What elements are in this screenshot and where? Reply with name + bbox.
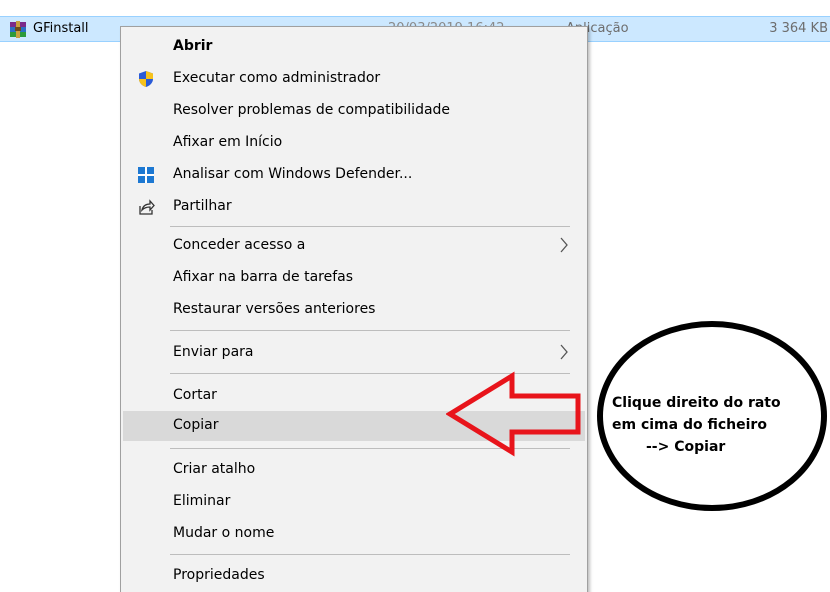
menu-item-label: Executar como administrador bbox=[173, 70, 381, 86]
chevron-right-icon bbox=[560, 344, 568, 360]
menu-item-open[interactable]: Abrir bbox=[123, 32, 585, 62]
annotation-line-2: em cima do ficheiro bbox=[612, 417, 767, 433]
file-name: GFinstall bbox=[33, 21, 89, 36]
menu-item-label: Copiar bbox=[173, 417, 219, 433]
menu-item-pin-to-taskbar[interactable]: Afixar na barra de tarefas bbox=[123, 263, 585, 293]
file-size: 3 364 KB bbox=[769, 21, 828, 36]
menu-item-pin-to-start[interactable]: Afixar em Início bbox=[123, 128, 585, 158]
annotation-arrow-icon bbox=[446, 371, 581, 457]
menu-item-troubleshoot-compatibility[interactable]: Resolver problemas de compatibilidade bbox=[123, 96, 585, 126]
menu-item-label: Cortar bbox=[173, 387, 217, 403]
menu-item-label: Afixar na barra de tarefas bbox=[173, 269, 354, 285]
menu-separator bbox=[170, 226, 570, 227]
annotation-text: Clique direito do rato em cima do fichei… bbox=[612, 392, 822, 458]
menu-item-label: Analisar com Windows Defender... bbox=[173, 166, 413, 182]
menu-item-give-access[interactable]: Conceder acesso a bbox=[123, 231, 585, 261]
menu-item-label: Resolver problemas de compatibilidade bbox=[173, 102, 451, 118]
menu-item-share[interactable]: Partilhar bbox=[123, 192, 585, 222]
menu-item-restore-versions[interactable]: Restaurar versões anteriores bbox=[123, 295, 585, 325]
menu-separator bbox=[170, 330, 570, 331]
menu-item-label: Partilhar bbox=[173, 198, 232, 214]
menu-item-rename[interactable]: Mudar o nome bbox=[123, 519, 585, 549]
menu-item-label: Abrir bbox=[173, 38, 213, 54]
chevron-right-icon bbox=[560, 237, 568, 253]
menu-item-create-shortcut[interactable]: Criar atalho bbox=[123, 455, 585, 485]
context-menu: Abrir Executar como administrador Resolv… bbox=[120, 26, 588, 592]
shield-icon bbox=[139, 71, 153, 87]
menu-item-scan-defender[interactable]: Analisar com Windows Defender... bbox=[123, 160, 585, 190]
menu-separator bbox=[170, 554, 570, 555]
menu-item-delete[interactable]: Eliminar bbox=[123, 487, 585, 517]
menu-item-label: Mudar o nome bbox=[173, 525, 275, 541]
menu-item-label: Conceder acesso a bbox=[173, 237, 306, 253]
windows-defender-icon bbox=[138, 167, 154, 183]
share-icon bbox=[139, 199, 155, 215]
menu-item-label: Afixar em Início bbox=[173, 134, 283, 150]
menu-item-send-to[interactable]: Enviar para bbox=[123, 338, 585, 368]
menu-item-label: Eliminar bbox=[173, 493, 231, 509]
menu-item-run-as-admin[interactable]: Executar como administrador bbox=[123, 64, 585, 94]
winrar-archive-icon bbox=[10, 21, 26, 38]
menu-item-label: Propriedades bbox=[173, 567, 265, 583]
menu-item-label: Enviar para bbox=[173, 344, 254, 360]
menu-item-properties[interactable]: Propriedades bbox=[123, 561, 585, 591]
menu-item-label: Criar atalho bbox=[173, 461, 256, 477]
annotation-line-3: --> Copiar bbox=[646, 439, 726, 455]
menu-item-label: Restaurar versões anteriores bbox=[173, 301, 376, 317]
annotation-line-1: Clique direito do rato bbox=[612, 395, 781, 411]
